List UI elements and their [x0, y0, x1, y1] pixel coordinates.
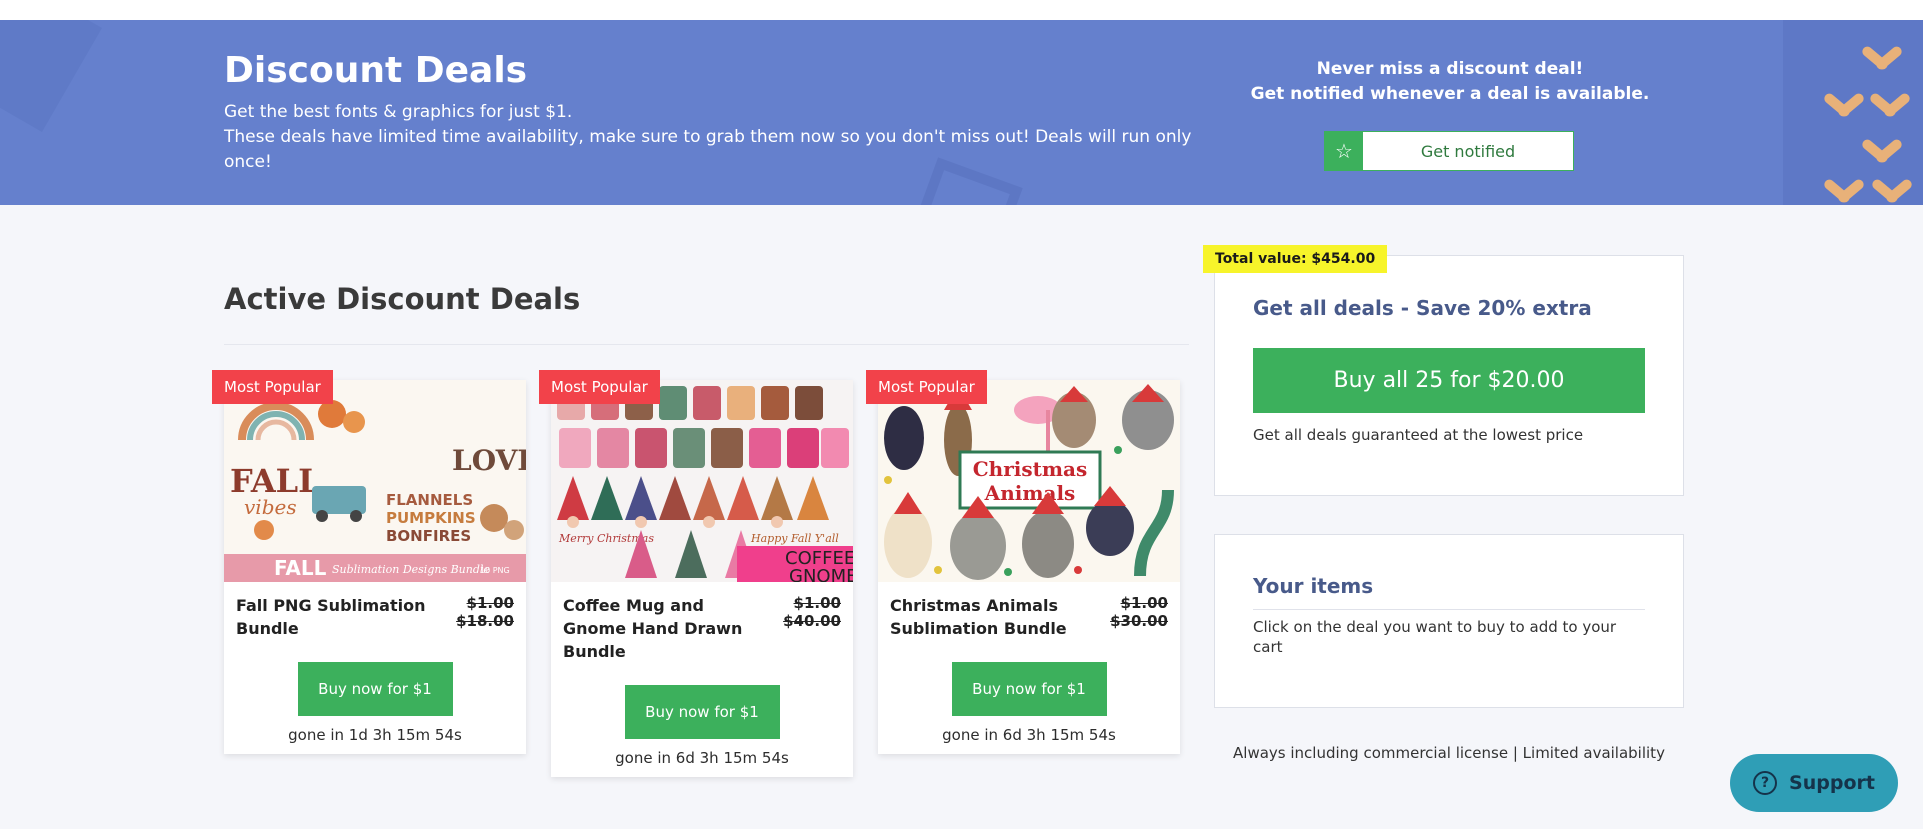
deal-price: $1.00	[793, 594, 841, 612]
most-popular-badge: Most Popular	[539, 370, 660, 404]
image-text: Animals	[984, 481, 1076, 505]
deal-old-price: $30.00	[1110, 612, 1168, 630]
divider	[1253, 609, 1645, 610]
fall-bundle-image: FALL vibes LOVE FLANNELS PUMPKINS BONFIR…	[224, 380, 526, 582]
your-items-panel: Your items Click on the deal you want to…	[1214, 534, 1684, 708]
image-text: PUMPKINS	[386, 509, 476, 527]
divider	[224, 344, 1189, 345]
image-text: LOVE	[452, 444, 526, 477]
buy-now-button[interactable]: Buy now for $1	[624, 685, 780, 739]
deal-title[interactable]: Fall PNG Sublimation Bundle	[236, 594, 436, 640]
image-text: FALL	[274, 556, 327, 580]
your-items-title: Your items	[1253, 574, 1374, 598]
decorative-shape	[0, 20, 102, 132]
buy-now-button[interactable]: Buy now for $1	[297, 662, 453, 716]
top-strip	[0, 0, 1923, 20]
chevron-decoration-icon	[1868, 91, 1912, 119]
deal-price: $1.00	[1120, 594, 1168, 612]
deal-card[interactable]: FALL vibes LOVE FLANNELS PUMPKINS BONFIR…	[212, 370, 526, 754]
your-items-note: Click on the deal you want to buy to add…	[1253, 618, 1617, 656]
deal-card[interactable]: Merry Christmas Happy Fall Y'all COFFEE …	[539, 370, 853, 777]
deal-prices: $1.00 $40.00	[783, 594, 841, 663]
image-text: GNOME	[789, 566, 853, 582]
buy-now-button[interactable]: Buy now for $1	[951, 662, 1107, 716]
deal-title[interactable]: Coffee Mug and Gnome Hand Drawn Bundle	[563, 594, 763, 663]
get-notified-button[interactable]: ☆ Get notified	[1324, 131, 1574, 171]
deal-prices: $1.00 $30.00	[1110, 594, 1168, 640]
deal-timer: gone in 6d 3h 15m 54s	[615, 749, 789, 767]
buy-all-button[interactable]: Buy all 25 for $20.00	[1253, 348, 1645, 413]
question-icon: ?	[1753, 771, 1778, 795]
hero-banner: Discount Deals Get the best fonts & grap…	[0, 20, 1923, 205]
deal-price: $1.00	[466, 594, 514, 612]
chevron-decoration-icon	[1822, 91, 1866, 119]
notify-subheading: Get notified whenever a deal is availabl…	[1250, 84, 1650, 104]
bundle-panel: Get all deals - Save 20% extra Buy all 2…	[1214, 255, 1684, 496]
license-note: Always including commercial license | Li…	[1233, 744, 1665, 762]
chevron-decoration-icon	[1822, 177, 1866, 205]
deal-timer: gone in 6d 3h 15m 54s	[942, 726, 1116, 744]
support-label: Support	[1789, 772, 1875, 794]
deal-info: Christmas Animals Sublimation Bundle $1.…	[878, 582, 1180, 640]
image-text: 10 PNG	[480, 566, 510, 575]
deal-timer: gone in 1d 3h 15m 54s	[288, 726, 462, 744]
notify-heading: Never miss a discount deal!	[1316, 59, 1584, 79]
deal-thumbnail[interactable]: FALL vibes LOVE FLANNELS PUMPKINS BONFIR…	[224, 380, 526, 582]
section-title: Active Discount Deals	[224, 282, 581, 316]
image-text: vibes	[244, 495, 297, 519]
star-icon: ☆	[1325, 132, 1363, 170]
deal-old-price: $18.00	[456, 612, 514, 630]
deal-old-price: $40.00	[783, 612, 841, 630]
get-notified-label: Get notified	[1420, 141, 1516, 161]
deal-info: Coffee Mug and Gnome Hand Drawn Bundle $…	[551, 582, 853, 663]
chevron-decoration-icon	[1860, 44, 1904, 72]
page-title: Discount Deals	[224, 50, 528, 91]
bundle-note: Get all deals guaranteed at the lowest p…	[1253, 426, 1584, 444]
image-text: Christmas	[973, 457, 1087, 481]
christmas-animals-image: Christmas Animals	[878, 380, 1180, 582]
coffee-gnome-bundle-image: Merry Christmas Happy Fall Y'all COFFEE …	[551, 380, 853, 582]
total-value-badge: Total value: $454.00	[1203, 245, 1388, 273]
support-button[interactable]: ? Support	[1730, 754, 1898, 812]
banner-description: These deals have limited time availabili…	[224, 127, 1192, 172]
banner-subtitle: Get the best fonts & graphics for just $…	[224, 102, 573, 122]
deal-thumbnail[interactable]: Merry Christmas Happy Fall Y'all COFFEE …	[551, 380, 853, 582]
deal-card[interactable]: Christmas Animals Most Popular Christmas…	[866, 370, 1180, 754]
most-popular-badge: Most Popular	[866, 370, 987, 404]
deal-info: Fall PNG Sublimation Bundle $1.00 $18.00	[224, 582, 526, 640]
most-popular-badge: Most Popular	[212, 370, 333, 404]
image-text: BONFIRES	[386, 527, 471, 545]
deal-title[interactable]: Christmas Animals Sublimation Bundle	[890, 594, 1090, 640]
image-text: Happy Fall Y'all	[750, 532, 839, 545]
image-text: Sublimation Designs Bundle	[332, 563, 490, 576]
chevron-decoration-icon	[1860, 137, 1904, 165]
bundle-title: Get all deals - Save 20% extra	[1253, 296, 1592, 320]
chevron-decoration-icon	[1870, 177, 1914, 205]
image-text: FLANNELS	[386, 491, 473, 509]
deal-prices: $1.00 $18.00	[456, 594, 514, 640]
deal-thumbnail[interactable]: Christmas Animals	[878, 380, 1180, 582]
